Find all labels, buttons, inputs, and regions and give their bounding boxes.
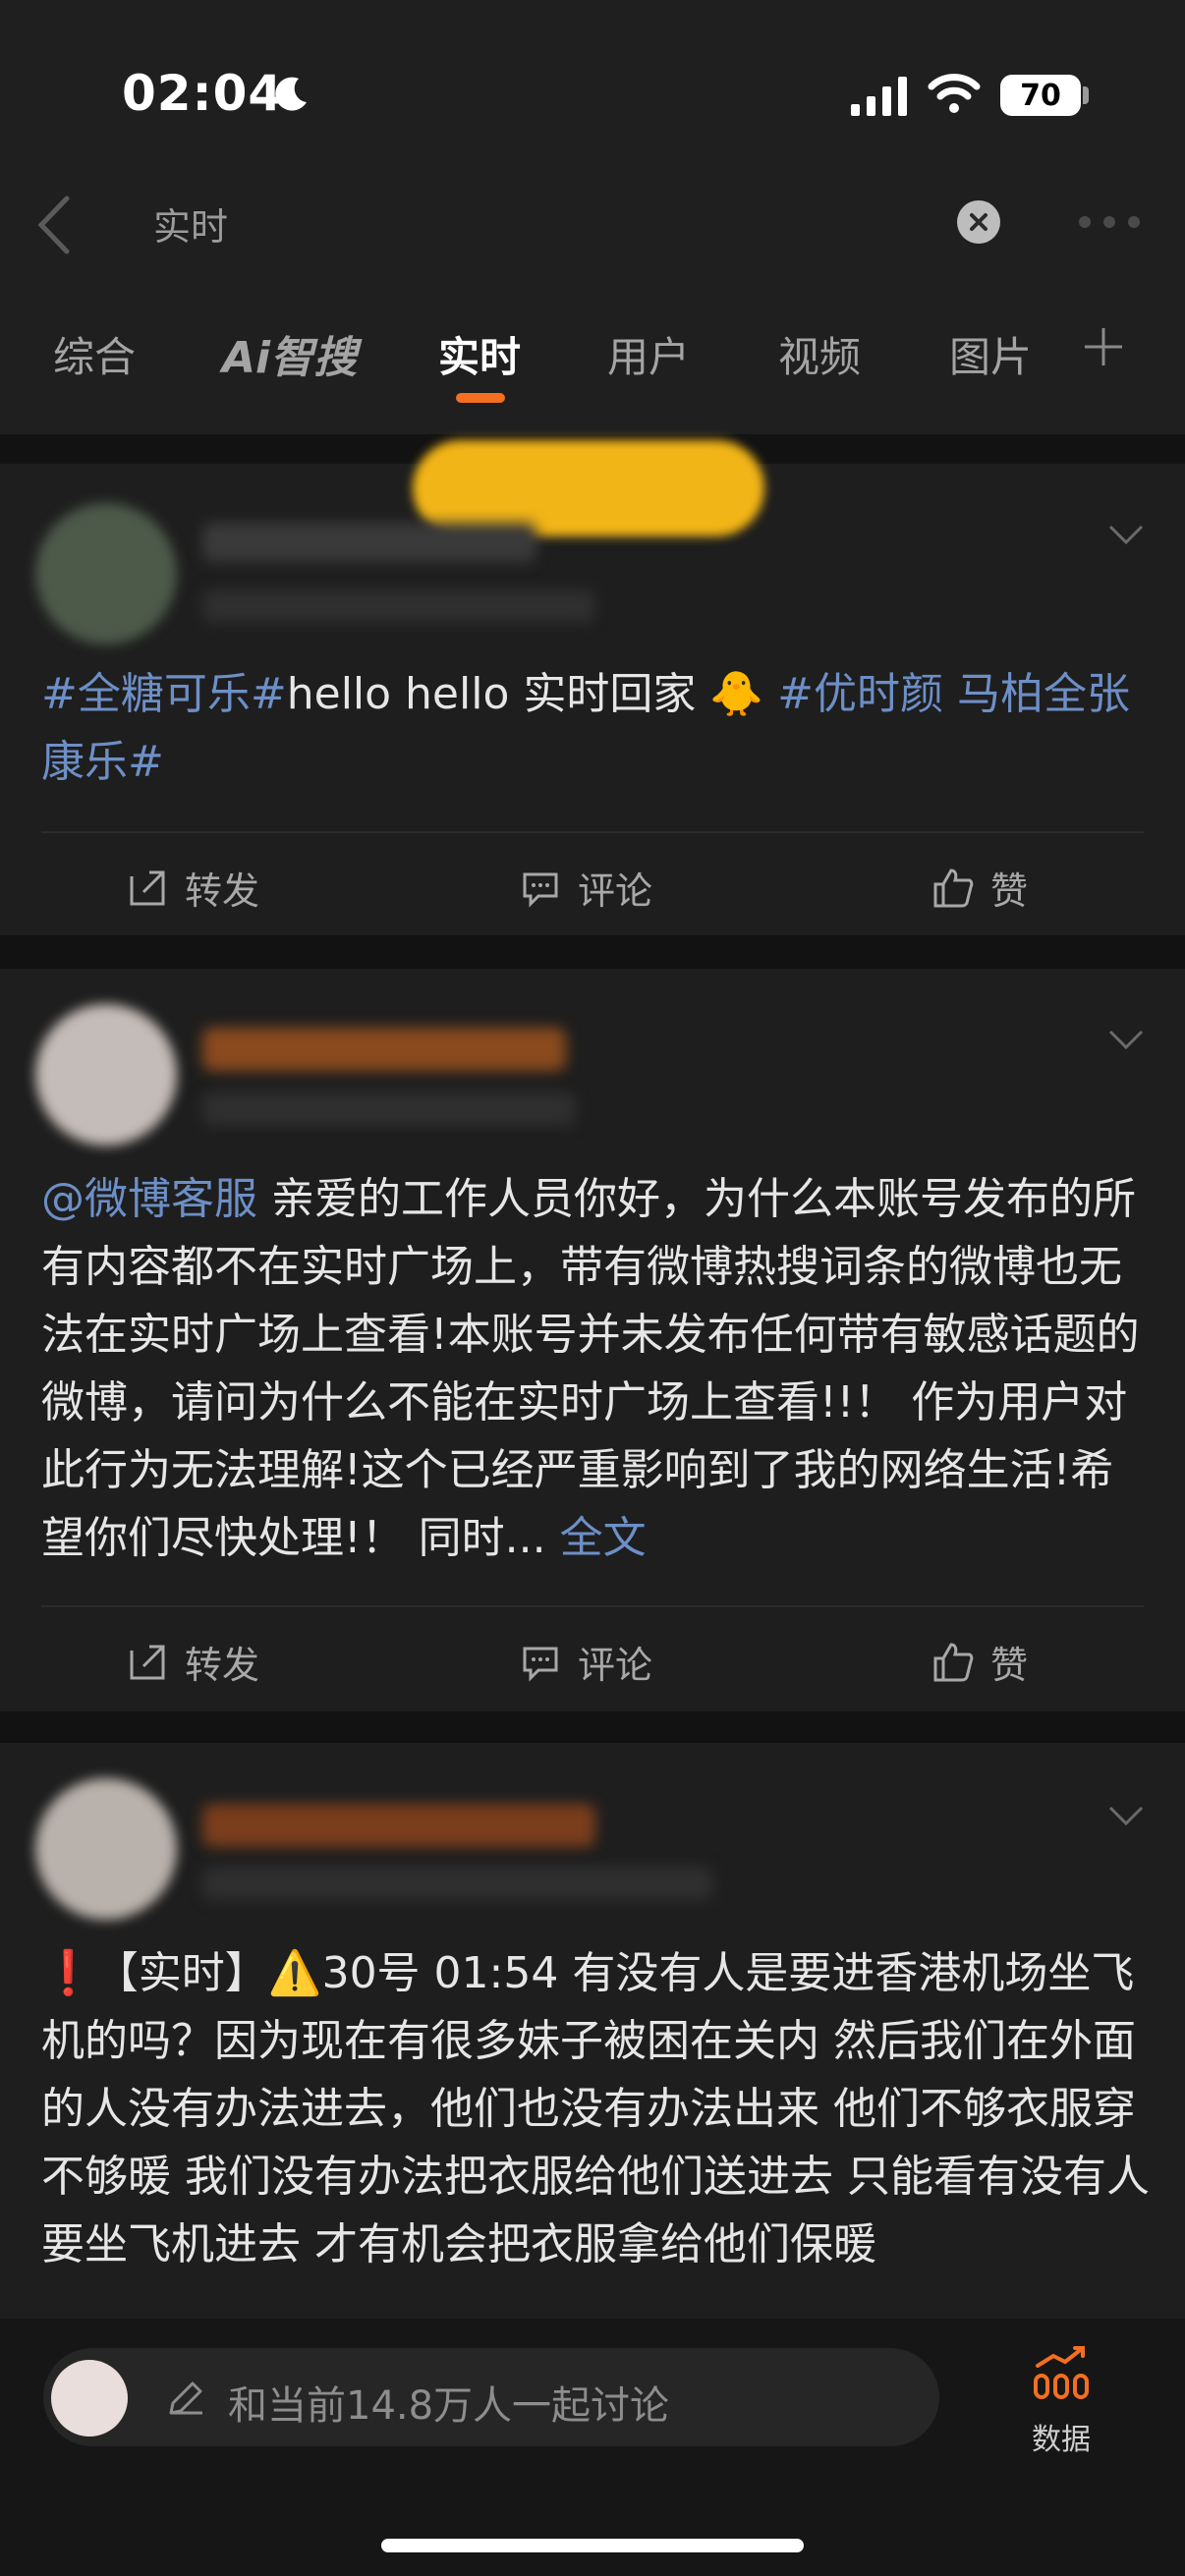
comment-icon xyxy=(523,1647,558,1682)
divider xyxy=(41,831,1144,833)
expand-full-text-link[interactable]: 全文 xyxy=(546,1513,647,1563)
battery-indicator: 70 xyxy=(1000,75,1081,116)
active-tab-indicator xyxy=(456,393,505,403)
comment-label: 评论 xyxy=(578,1644,653,1687)
avatar[interactable] xyxy=(35,503,177,644)
add-tab-icon[interactable] xyxy=(1081,324,1126,369)
tab-users[interactable]: 用户 xyxy=(607,324,690,384)
tab-comprehensive[interactable]: 综合 xyxy=(53,324,136,384)
clear-search-button[interactable] xyxy=(957,200,1000,244)
discussion-placeholder[interactable]: 和当前14.8万人一起讨论 xyxy=(228,2374,669,2431)
like-label: 赞 xyxy=(990,869,1029,913)
share-icon xyxy=(130,1645,165,1679)
divider xyxy=(41,1605,1144,1607)
post-meta xyxy=(202,1092,576,1126)
post-text: #全糖可乐#hello hello 实时回家 🐥 #优时颜 马柏全张康乐# xyxy=(41,660,1152,796)
tab-images[interactable]: 图片 xyxy=(949,324,1032,384)
repost-button[interactable]: 转发 xyxy=(126,861,259,915)
wifi-icon xyxy=(928,74,981,113)
pencil-icon xyxy=(169,2381,202,2415)
back-arrow-icon[interactable] xyxy=(33,195,73,255)
avatar[interactable] xyxy=(35,1778,177,1920)
repost-label: 转发 xyxy=(185,869,260,913)
comment-label: 评论 xyxy=(578,869,653,913)
mention-link[interactable]: @微博客服 xyxy=(41,1174,257,1224)
comment-button[interactable]: 评论 xyxy=(519,861,652,915)
close-icon xyxy=(970,213,988,231)
like-label: 赞 xyxy=(990,1644,1029,1687)
post-text: ❗【实时】⚠️30号 01:54 有没有人是要进香港机场坐飞机的吗？因为现在有很… xyxy=(41,1939,1152,2313)
avatar[interactable] xyxy=(35,1004,177,1146)
tab-realtime[interactable]: 实时 xyxy=(438,324,521,384)
repost-label: 转发 xyxy=(185,1644,260,1687)
comment-button[interactable]: 评论 xyxy=(519,1635,652,1689)
like-button[interactable]: 赞 xyxy=(931,861,1028,915)
post-text: @微博客服 亲爱的工作人员你好，为什么本账号发布的所有内容都不在实时广场上，带有… xyxy=(41,1165,1152,1572)
thumbs-up-icon xyxy=(933,1642,974,1681)
moon-icon xyxy=(275,77,307,111)
post-body: 亲爱的工作人员你好，为什么本账号发布的所有内容都不在实时广场上，带有微博热搜词条… xyxy=(41,1174,1140,1563)
tab-videos[interactable]: 视频 xyxy=(778,324,861,384)
post-meta xyxy=(202,589,595,623)
status-time: 02:04 xyxy=(122,65,284,122)
comment-icon xyxy=(523,872,558,908)
repost-button[interactable]: 转发 xyxy=(126,1635,259,1689)
chevron-down-icon[interactable] xyxy=(1106,1028,1146,1051)
post-body: ❗【实时】⚠️30号 01:54 有没有人是要进香港机场坐飞机的吗？因为现在有很… xyxy=(41,1948,1150,2269)
data-chart-icon[interactable] xyxy=(1032,2344,1091,2399)
emoji: 🐥 xyxy=(709,669,764,719)
author-name[interactable] xyxy=(202,1028,566,1071)
user-avatar[interactable] xyxy=(51,2360,128,2436)
search-query[interactable]: 实时 xyxy=(153,196,228,251)
hashtag-link[interactable]: #全糖可乐# xyxy=(41,669,287,719)
tab-ai-search[interactable]: Ai智搜 xyxy=(222,322,357,385)
thumbs-up-icon xyxy=(933,868,974,907)
like-button[interactable]: 赞 xyxy=(931,1635,1028,1689)
home-indicator[interactable] xyxy=(381,2539,804,2552)
share-icon xyxy=(130,870,165,905)
author-name[interactable] xyxy=(202,1804,595,1847)
data-label[interactable]: 数据 xyxy=(1032,2415,1091,2458)
battery-tip xyxy=(1083,86,1089,104)
post-body: hello hello 实时回家 xyxy=(286,669,697,719)
signal-icon xyxy=(851,77,907,116)
post-meta xyxy=(202,1867,713,1900)
chevron-down-icon[interactable] xyxy=(1106,1804,1146,1827)
author-name[interactable] xyxy=(202,523,536,562)
chevron-down-icon[interactable] xyxy=(1106,523,1146,546)
more-options-icon[interactable] xyxy=(1077,214,1142,230)
